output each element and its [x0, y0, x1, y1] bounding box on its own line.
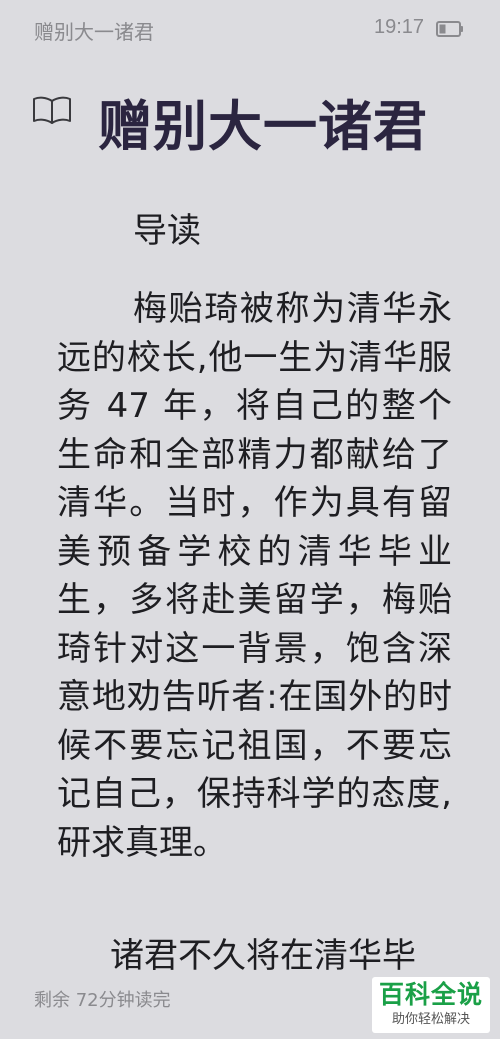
- watermark-main-text: 百科全说: [378, 980, 483, 1009]
- reading-time-remaining: 剩余 72分钟读完: [34, 990, 171, 1011]
- status-bar-title: 赠别大一诸君: [34, 20, 154, 44]
- battery-icon: [436, 21, 463, 37]
- watermark-sub-text: 助你轻松解决: [391, 1012, 470, 1027]
- watermark-logo: 百科全说 助你轻松解决: [372, 977, 490, 1033]
- section-heading: 导读: [133, 211, 201, 251]
- status-bar: 赠别大一诸君 19:17: [0, 0, 500, 58]
- content-paragraph: 梅贻琦被称为清华永远的校长,他一生为清华服务 47 年，将自己的整个生命和全部精…: [57, 289, 452, 863]
- status-bar-time: 19:17: [374, 16, 425, 38]
- chapter-title: 赠别大一诸君: [98, 95, 428, 158]
- content-paragraph-next: 诸君不久将在清华毕: [110, 936, 416, 976]
- reading-content: 导读 梅贻琦被称为清华永远的校长,他一生为清华服务 47 年，将自己的整个生命和…: [57, 205, 452, 867]
- open-book-icon[interactable]: [32, 96, 72, 124]
